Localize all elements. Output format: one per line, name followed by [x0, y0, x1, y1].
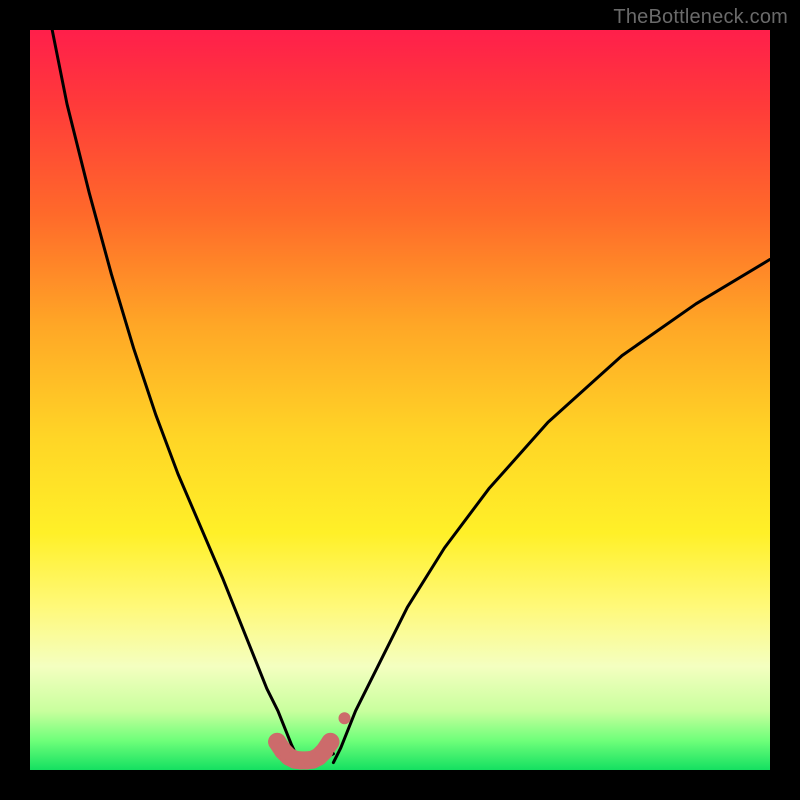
outer-frame: TheBottleneck.com [0, 0, 800, 800]
right-branch-line [333, 259, 770, 762]
valley-marker [321, 733, 339, 751]
watermark-text: TheBottleneck.com [613, 6, 788, 29]
left-branch-line [52, 30, 301, 763]
valley-marker [339, 712, 351, 724]
curve-layer [30, 30, 770, 770]
